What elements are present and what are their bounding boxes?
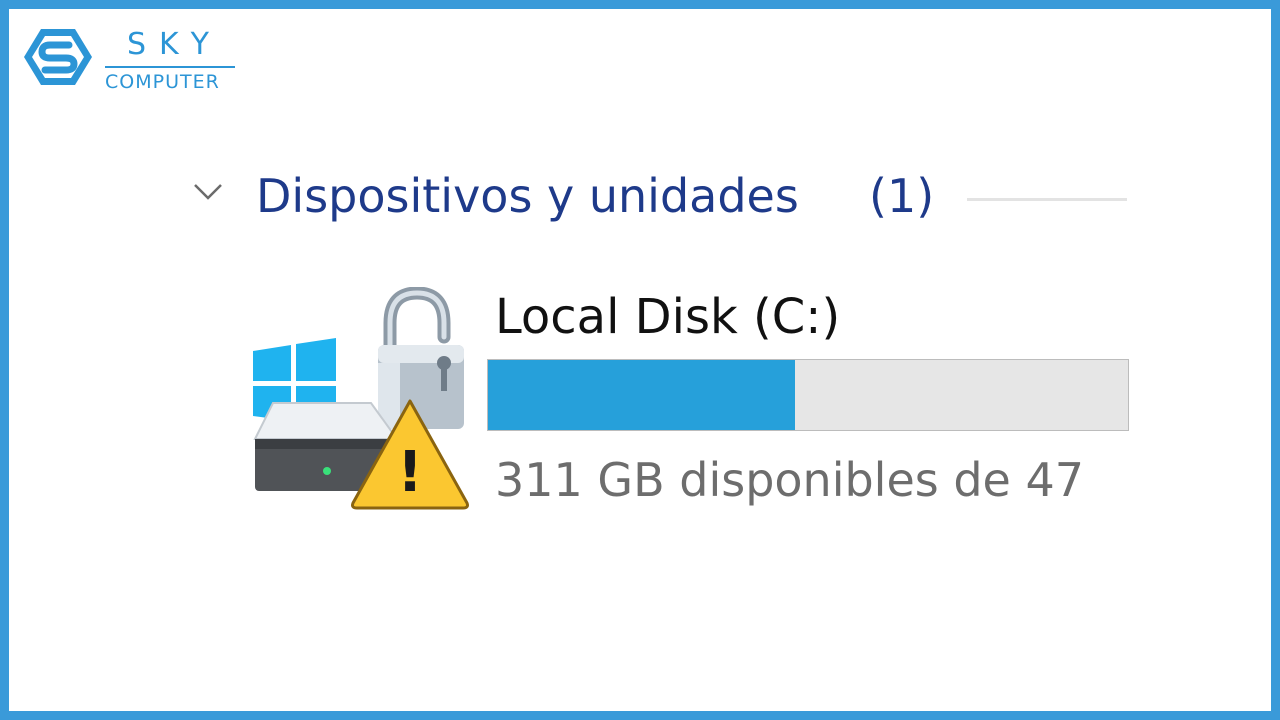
chevron-down-icon[interactable] [192,181,224,203]
devices-group-header[interactable]: Dispositivos y unidades (1) [184,169,1127,229]
frame: SKY COMPUTER Dispositivos y unidades (1) [0,0,1280,720]
group-divider [967,198,1127,201]
usage-bar [487,359,1129,431]
bitlocker-drive-icon: ! [253,287,469,510]
group-title: Dispositivos y unidades [256,169,799,223]
group-count: (1) [869,169,935,223]
drive-name: Local Disk (C:) [495,289,841,345]
usage-bar-fill [488,360,796,430]
drive-tile-c[interactable]: ! Local Disk (C:) 311 GB disponibles de … [245,287,1129,517]
brand-divider [105,66,235,68]
brand-name: SKY [127,27,222,62]
brand-subtitle: COMPUTER [105,71,220,93]
warning-symbol: ! [397,440,423,505]
free-space-text: 311 GB disponibles de 47 [495,453,1084,507]
brand-logo: SKY COMPUTER [23,26,245,98]
padlock-open-icon [378,287,464,429]
brand-mark-icon [24,29,92,85]
